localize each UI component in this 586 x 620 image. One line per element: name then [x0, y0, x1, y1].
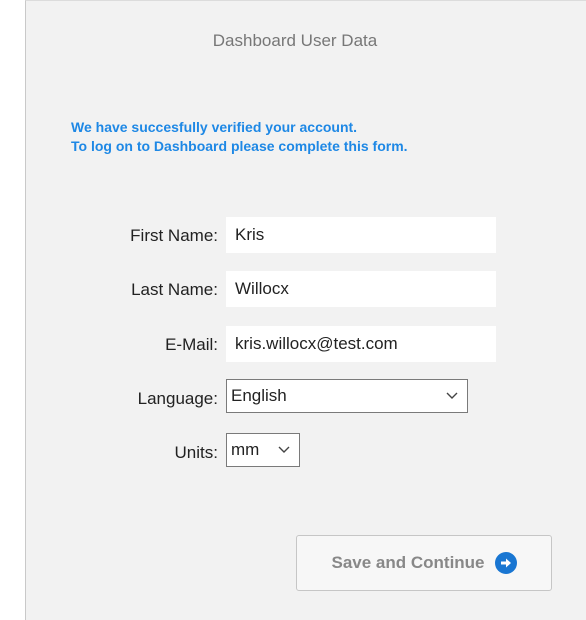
intro-line-1: We have succesfully verified your accoun…	[71, 119, 358, 135]
save-and-continue-button[interactable]: Save and Continue	[296, 535, 552, 591]
intro-line-2: To log on to Dashboard please complete t…	[71, 138, 408, 154]
language-select[interactable]: English	[226, 379, 468, 413]
user-data-panel	[25, 0, 586, 620]
intro-message: We have succesfully verified your accoun…	[71, 118, 408, 156]
chevron-down-icon	[278, 444, 290, 456]
email-label: E-Mail:	[165, 335, 218, 354]
chevron-down-icon	[446, 390, 458, 402]
last-name-input[interactable]	[226, 271, 496, 307]
units-select-value: mm	[231, 440, 260, 459]
arrow-right-circle-icon	[494, 552, 517, 574]
email-input[interactable]	[226, 326, 496, 362]
units-label: Units:	[174, 443, 218, 462]
page-title: Dashboard User Data	[212, 31, 378, 50]
units-select[interactable]: mm	[226, 433, 300, 467]
language-select-value: English	[231, 386, 287, 405]
language-label: Language:	[137, 389, 218, 408]
last-name-label: Last Name:	[131, 280, 218, 299]
first-name-input[interactable]	[226, 217, 496, 253]
save-and-continue-label: Save and Continue	[331, 553, 485, 572]
first-name-label: First Name:	[130, 226, 218, 245]
